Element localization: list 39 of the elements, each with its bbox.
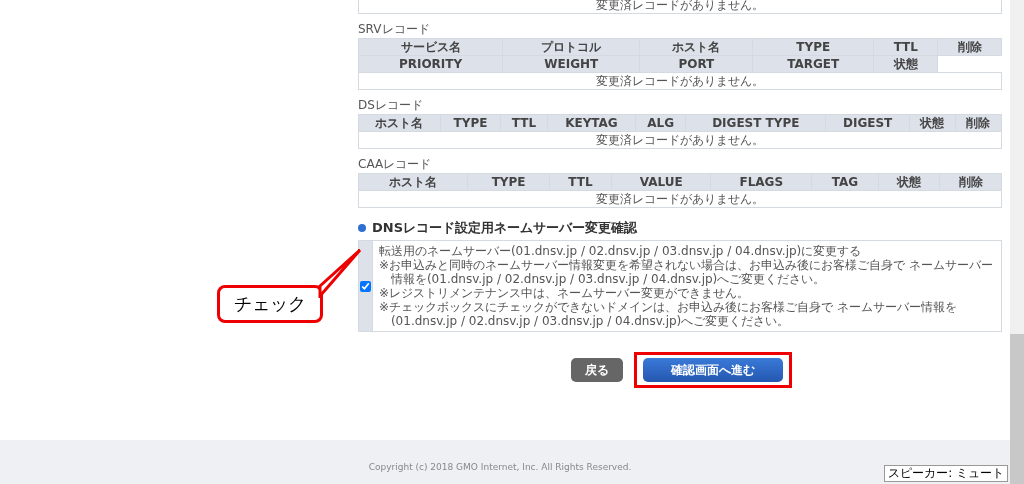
tooltip: スピーカー: ミュート xyxy=(884,465,1008,482)
column-header: 状態 xyxy=(909,114,956,132)
note-text: 転送用のネームサーバー(01.dnsv.jp / 02.dnsv.jp / 03.dnsv.jp / 04.dnsv.jp)に変更する xyxy=(378,244,863,258)
table-title: CAAレコード xyxy=(358,157,433,171)
column-header: TYPE xyxy=(440,114,501,132)
column-header: DIGEST xyxy=(825,114,910,132)
column-header: FLAGS xyxy=(710,173,812,191)
note-text: ※チェックボックスにチェックができないドメインは、お申込み後にお客様ご自身で ネームサーバー情報を(01.dnsv.jp / 02.dnsv.jp / 03.dnsv.jp / 04.dnsv.jp)へご変更ください。 xyxy=(378,300,958,328)
column-header: 削除 xyxy=(937,38,1002,56)
column-header: TYPE xyxy=(467,173,550,191)
column-header: サービス名 xyxy=(358,38,503,56)
column-header: VALUE xyxy=(611,173,711,191)
column-header: 削除 xyxy=(955,114,1002,132)
column-header: 削除 xyxy=(939,173,1002,191)
column-header: TAG xyxy=(811,173,879,191)
section-title: DNSレコード設定用ネームサーバー変更確認 xyxy=(372,219,638,237)
column-header: ホスト名 xyxy=(358,173,468,191)
scrollbar-thumb[interactable] xyxy=(1010,334,1024,484)
column-header: TYPE xyxy=(752,38,874,56)
column-header: TTL xyxy=(549,173,612,191)
callout-label: チェック xyxy=(234,293,306,314)
table-title: DSレコード xyxy=(358,98,424,112)
back-button[interactable]: 戻る xyxy=(571,358,623,382)
column-header: ホスト名 xyxy=(358,114,441,132)
scrollbar[interactable] xyxy=(1010,0,1024,484)
column-header: ホスト名 xyxy=(639,38,753,56)
confirm-button[interactable]: 確認画面へ進む xyxy=(643,358,783,382)
column-header: 状態 xyxy=(878,173,940,191)
table-title: SRVレコード xyxy=(358,22,431,36)
note-text: ※お申込みと同時のネームサーバー情報変更を希望されない場合は、お申込み後にお客様ご自身で ネームサーバー情報を(01.dnsv.jp / 02.dnsv.jp / 03.dnsv.jp / 04.dnsv.jp)へご変更ください。 xyxy=(378,258,994,286)
column-header: KEYTAG xyxy=(547,114,636,132)
column-header: TTL xyxy=(873,38,938,56)
copyright-text: Copyright (c) 2018 GMO Internet, Inc. All Rights Reserved. xyxy=(368,462,632,472)
column-header: TTL xyxy=(500,114,548,132)
column-header: ALG xyxy=(635,114,686,132)
column-header: プロトコル xyxy=(502,38,640,56)
note-text: ※レジストリメンテナンス中は、ネームサーバー変更ができません。 xyxy=(378,286,750,300)
column-header: DIGEST TYPE xyxy=(685,114,826,132)
bullet-icon xyxy=(358,224,366,232)
